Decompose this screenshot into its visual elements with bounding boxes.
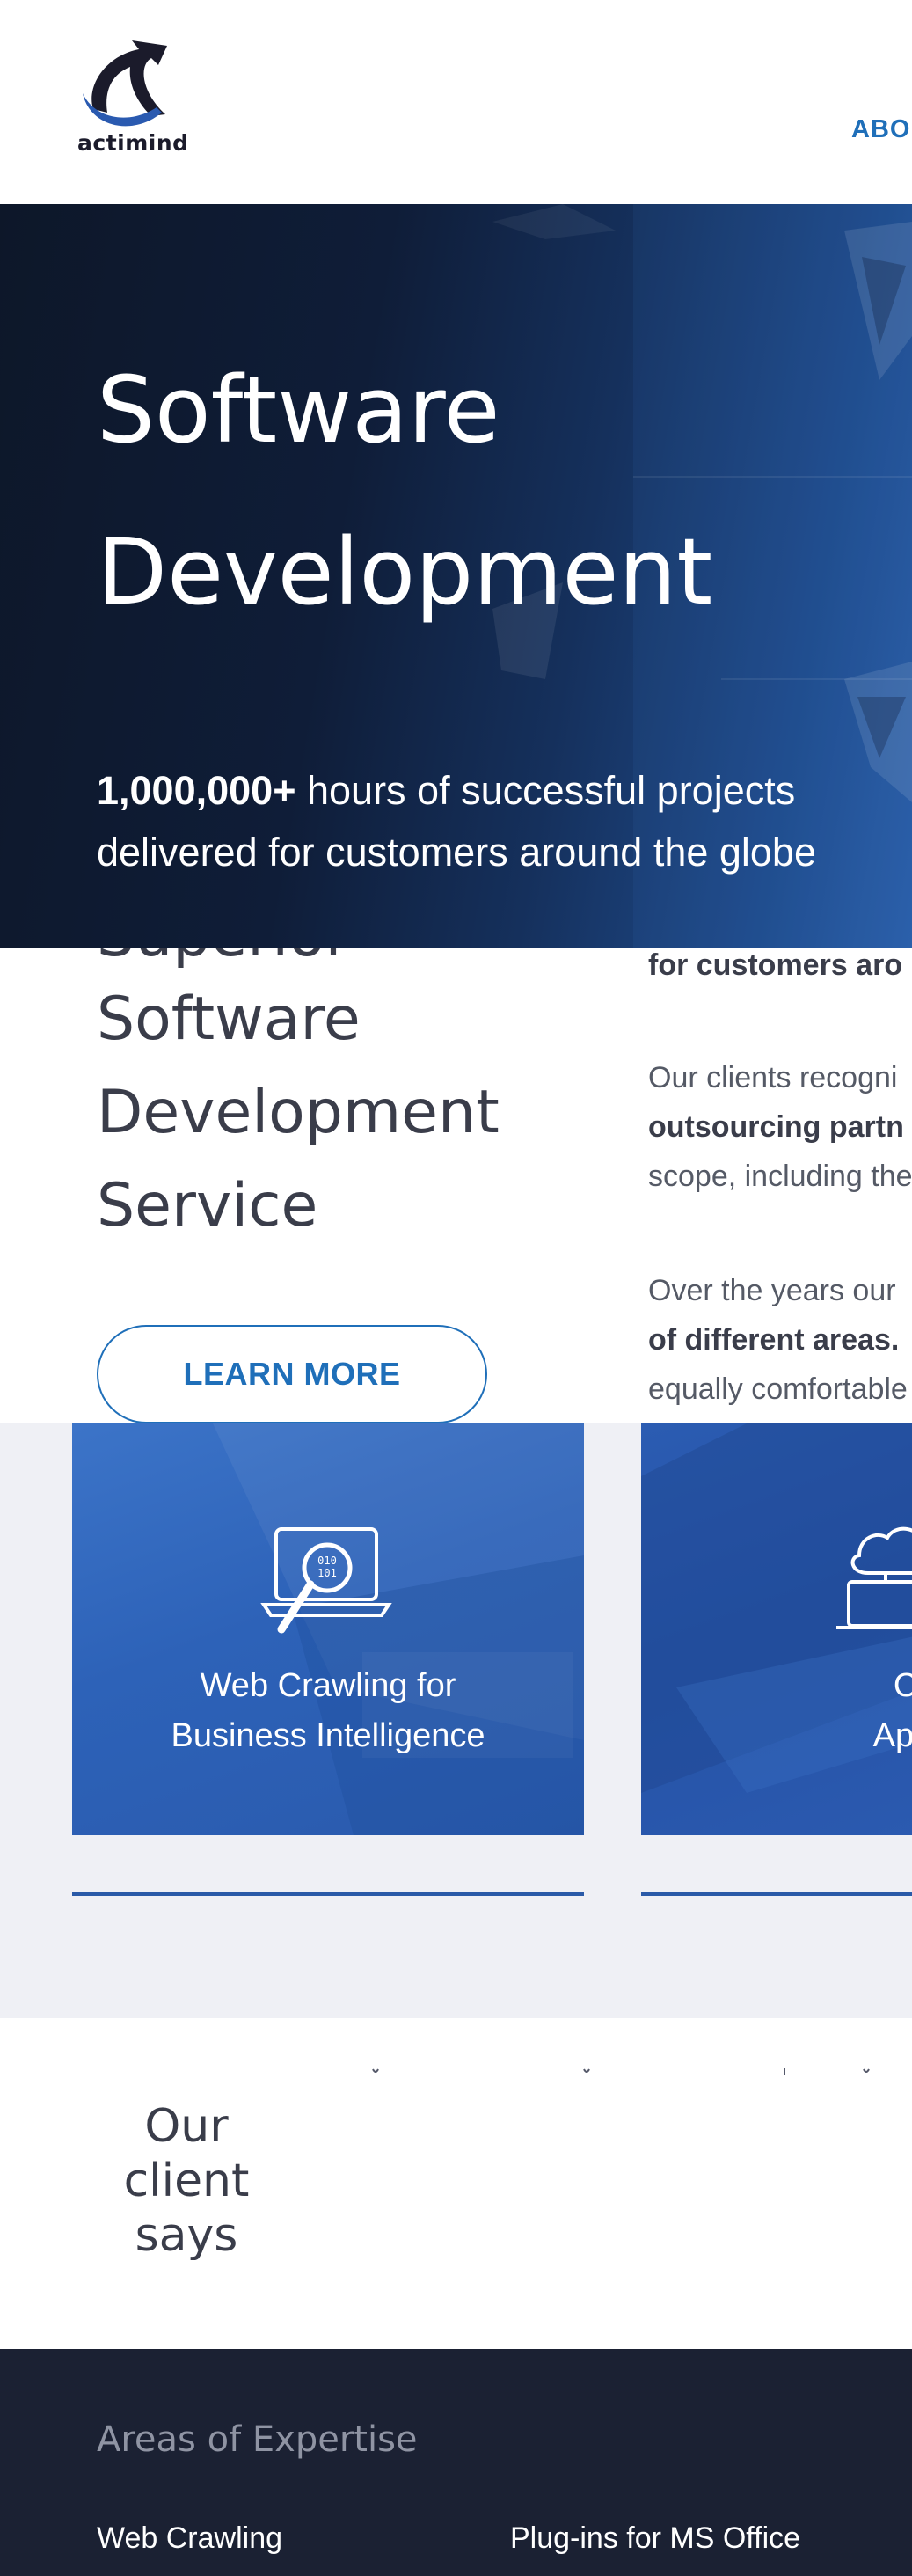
nav-item-about[interactable]: ABO xyxy=(851,115,910,144)
card-title-line2: Applica xyxy=(872,1717,912,1754)
service-card-cloud-applications[interactable]: Clou Applica xyxy=(641,1423,912,1835)
footer-link-ms-office-plugins[interactable]: Plug-ins for MS Office xyxy=(510,2521,800,2556)
learn-more-button[interactable]: LEARN MORE xyxy=(97,1325,487,1423)
card-title-line1: Web Crawling for xyxy=(200,1667,456,1704)
service-heading-line2: Software xyxy=(97,984,361,1054)
binary-text-bottom: 101 xyxy=(317,1567,337,1579)
service-paragraph2-line2: outsourcing partn xyxy=(648,1112,904,1142)
service-paragraph3-line3: equally comfortable xyxy=(648,1372,908,1406)
logo-wordmark[interactable]: actimind xyxy=(77,130,189,156)
service-paragraph2-line1: Our clients recogni xyxy=(648,1061,898,1094)
service-paragraph1: for customers aro xyxy=(648,950,902,980)
cloud-laptop-icon xyxy=(836,1526,912,1629)
hero-subtitle: 1,000,000+ hours of successful projects … xyxy=(97,760,888,883)
card-title-line1: Clou xyxy=(893,1667,912,1704)
clipped-testimonial-text-fragments xyxy=(372,2068,870,2075)
footer-link-web-crawling[interactable]: Web Crawling xyxy=(97,2521,282,2556)
service-paragraph3-bold: of different areas. xyxy=(648,1323,900,1357)
service-heading-line1: Superior xyxy=(97,948,350,966)
service-paragraph2-line3: scope, including the xyxy=(648,1160,912,1193)
laptop-search-icon: 010 101 xyxy=(260,1527,392,1634)
service-heading-line3: Development xyxy=(97,1078,500,1147)
hero-title-line2: Development xyxy=(97,518,713,626)
service-paragraph1-bold: for customers aro xyxy=(648,948,903,982)
testimonials-title: Our client says xyxy=(123,2100,250,2262)
card-title-line2: Business Intelligence xyxy=(171,1717,485,1754)
service-heading-line4: Service xyxy=(97,1171,318,1240)
card-title-web-crawling: Web Crawling for Business Intelligence xyxy=(72,1661,584,1761)
card-underline xyxy=(72,1892,584,1896)
hero-subtitle-highlight: 1,000,000+ xyxy=(97,768,296,813)
binary-text-top: 010 xyxy=(317,1555,337,1567)
hero-title-line1: Software xyxy=(97,356,500,464)
card-underline xyxy=(641,1892,912,1896)
service-paragraph2-bold: outsourcing partn xyxy=(648,1110,904,1144)
service-paragraph3-line2: of different areas. xyxy=(648,1325,899,1355)
footer-heading: Areas of Expertise xyxy=(97,2419,418,2460)
card-title-cloud-applications: Clou Applica xyxy=(770,1661,912,1761)
service-card-web-crawling[interactable]: 010 101 Web Crawling for Business Intell… xyxy=(72,1423,584,1835)
service-paragraph3-line1: Over the years our xyxy=(648,1274,896,1307)
